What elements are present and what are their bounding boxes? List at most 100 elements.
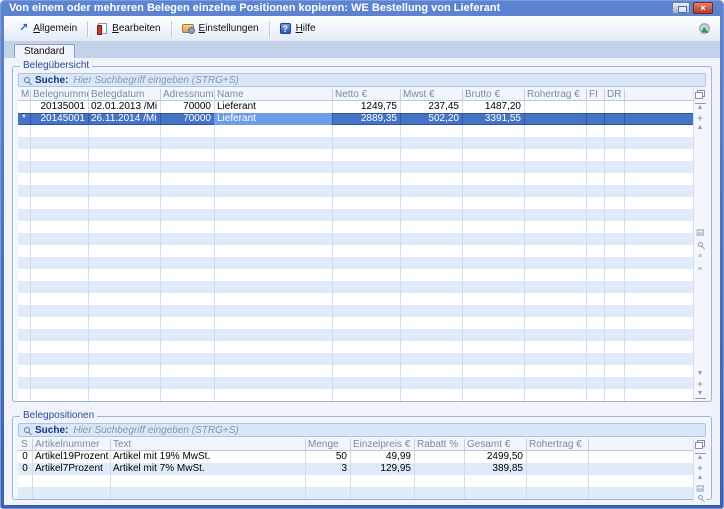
cell-artikelnummer[interactable]: Artikel19Prozent	[32, 451, 110, 463]
cell-fi[interactable]	[586, 101, 604, 113]
beleg-row-selected[interactable]: * 20145001 26.11.2014 /Mi 70000 Lieferan…	[18, 113, 693, 125]
empty-row[interactable]	[18, 245, 693, 257]
empty-row[interactable]	[18, 161, 693, 173]
sort-asc-icon[interactable]: ≡	[695, 252, 706, 262]
cell-adressnummer[interactable]: 70000	[160, 113, 214, 125]
cell-text[interactable]: Artikel mit 7% MwSt.	[110, 463, 305, 475]
cell-dr[interactable]	[604, 101, 624, 113]
cell-netto[interactable]: 2889,35	[332, 113, 400, 125]
col-m[interactable]: M	[18, 89, 30, 101]
cell-artikelnummer[interactable]: Artikel7Prozent	[32, 463, 110, 475]
cell-rohertrag[interactable]	[524, 113, 586, 125]
cell-belegdatum[interactable]: 26.11.2014 /Mi	[88, 113, 160, 125]
empty-row[interactable]	[18, 305, 693, 317]
scroll-prev-icon[interactable]: ▲	[695, 123, 706, 133]
titlebar[interactable]: Von einem oder mehreren Belegen einzelne…	[0, 0, 724, 16]
menu-einstellungen[interactable]: Einstellungen	[175, 21, 266, 36]
uebersicht-search-input[interactable]	[73, 74, 700, 86]
cell-dr[interactable]	[604, 113, 624, 125]
empty-row[interactable]	[18, 269, 693, 281]
empty-row[interactable]	[18, 185, 693, 197]
beleg-row[interactable]: 20135001 02.01.2013 /Mi 70000 Lieferant …	[18, 101, 693, 113]
column-chooser-icon[interactable]	[695, 90, 705, 99]
cell-marker[interactable]	[18, 101, 30, 113]
empty-row[interactable]	[18, 125, 693, 137]
col-gesamt[interactable]: Gesamt €	[464, 439, 526, 451]
col-belegdatum[interactable]: Belegdatum	[88, 89, 160, 101]
empty-row[interactable]	[18, 221, 693, 233]
position-row[interactable]: 0 Artikel19Prozent Artikel mit 19% MwSt.…	[18, 451, 693, 463]
col-rohertrag[interactable]: Rohertrag €	[526, 439, 588, 451]
cell-einzelpreis[interactable]: 49,99	[350, 451, 414, 463]
col-artikelnummer[interactable]: Artikelnummer	[32, 439, 110, 451]
empty-row[interactable]	[18, 329, 693, 341]
col-name[interactable]: Name	[214, 89, 332, 101]
cell-text[interactable]: Artikel mit 19% MwSt.	[110, 451, 305, 463]
empty-row[interactable]	[18, 389, 693, 401]
cell-belegdatum[interactable]: 02.01.2013 /Mi	[88, 101, 160, 113]
cell-gesamt[interactable]: 389,85	[464, 463, 526, 475]
menu-bearbeiten[interactable]: Bearbeiten	[91, 21, 167, 36]
scroll-down-page-icon[interactable]: +	[695, 379, 706, 389]
menu-allgemein[interactable]: ↗ Allgemein	[12, 21, 84, 36]
cell-belegnummer[interactable]: 20135001	[30, 101, 88, 113]
empty-row[interactable]	[18, 317, 693, 329]
close-button[interactable]: ×	[693, 2, 713, 14]
cell-marker[interactable]: *	[18, 113, 30, 125]
restore-button[interactable]	[672, 2, 690, 14]
cell-fi[interactable]	[586, 113, 604, 125]
col-adressnummer[interactable]: Adressnumm	[160, 89, 214, 101]
cell-brutto[interactable]: 1487,20	[462, 101, 524, 113]
scroll-last-icon[interactable]: ▼	[695, 389, 706, 399]
menu-hilfe[interactable]: ? Hilfe	[273, 21, 323, 36]
empty-row[interactable]	[18, 353, 693, 365]
card-view-icon[interactable]: ▤	[695, 483, 706, 493]
col-text[interactable]: Text	[110, 439, 305, 451]
empty-row[interactable]	[18, 293, 693, 305]
cell-menge[interactable]: 3	[305, 463, 350, 475]
cell-s[interactable]: 0	[18, 451, 32, 463]
col-rabatt[interactable]: Rabatt %	[414, 439, 464, 451]
empty-row[interactable]	[18, 233, 693, 245]
cell-brutto[interactable]: 3391,55	[462, 113, 524, 125]
zoom-icon[interactable]	[698, 495, 703, 500]
col-mwst[interactable]: Mwst €	[400, 89, 462, 101]
col-brutto[interactable]: Brutto €	[462, 89, 524, 101]
scroll-prev-icon[interactable]: ▲	[695, 473, 706, 483]
col-s[interactable]: S	[18, 439, 32, 451]
cell-menge[interactable]: 50	[305, 451, 350, 463]
empty-row[interactable]	[18, 365, 693, 377]
card-view-icon[interactable]: ▤	[695, 227, 706, 237]
empty-row[interactable]	[18, 475, 693, 487]
cell-netto[interactable]: 1249,75	[332, 101, 400, 113]
column-chooser-icon[interactable]	[695, 440, 705, 449]
cell-mwst[interactable]: 237,45	[400, 101, 462, 113]
empty-row[interactable]	[18, 281, 693, 293]
empty-row[interactable]	[18, 257, 693, 269]
position-row[interactable]: 0 Artikel7Prozent Artikel mit 7% MwSt. 3…	[18, 463, 693, 475]
scroll-next-icon[interactable]: ▼	[695, 369, 706, 379]
empty-row[interactable]	[18, 137, 693, 149]
tab-standard[interactable]: Standard	[14, 44, 75, 58]
cell-rohertrag[interactable]	[524, 101, 586, 113]
empty-row[interactable]	[18, 377, 693, 389]
positionen-search-input[interactable]	[73, 424, 700, 436]
col-fi[interactable]: FI	[586, 89, 604, 101]
cell-name-focused[interactable]: Lieferant	[214, 113, 332, 125]
scroll-first-icon[interactable]: ▲	[695, 103, 706, 113]
empty-row[interactable]	[18, 173, 693, 185]
cell-rabatt[interactable]	[414, 463, 464, 475]
col-einzelpreis[interactable]: Einzelpreis €	[350, 439, 414, 451]
cell-rohertrag[interactable]	[526, 451, 588, 463]
sort-desc-icon[interactable]: ≡	[695, 265, 706, 275]
gear-refresh-icon[interactable]	[699, 23, 710, 34]
col-belegnummer[interactable]: Belegnummer	[30, 89, 88, 101]
cell-einzelpreis[interactable]: 129,95	[350, 463, 414, 475]
col-rohertrag[interactable]: Rohertrag €	[524, 89, 586, 101]
zoom-icon[interactable]	[698, 242, 703, 247]
col-menge[interactable]: Menge	[305, 439, 350, 451]
empty-row[interactable]	[18, 209, 693, 221]
cell-rabatt[interactable]	[414, 451, 464, 463]
cell-gesamt[interactable]: 2499,50	[464, 451, 526, 463]
empty-row[interactable]	[18, 197, 693, 209]
